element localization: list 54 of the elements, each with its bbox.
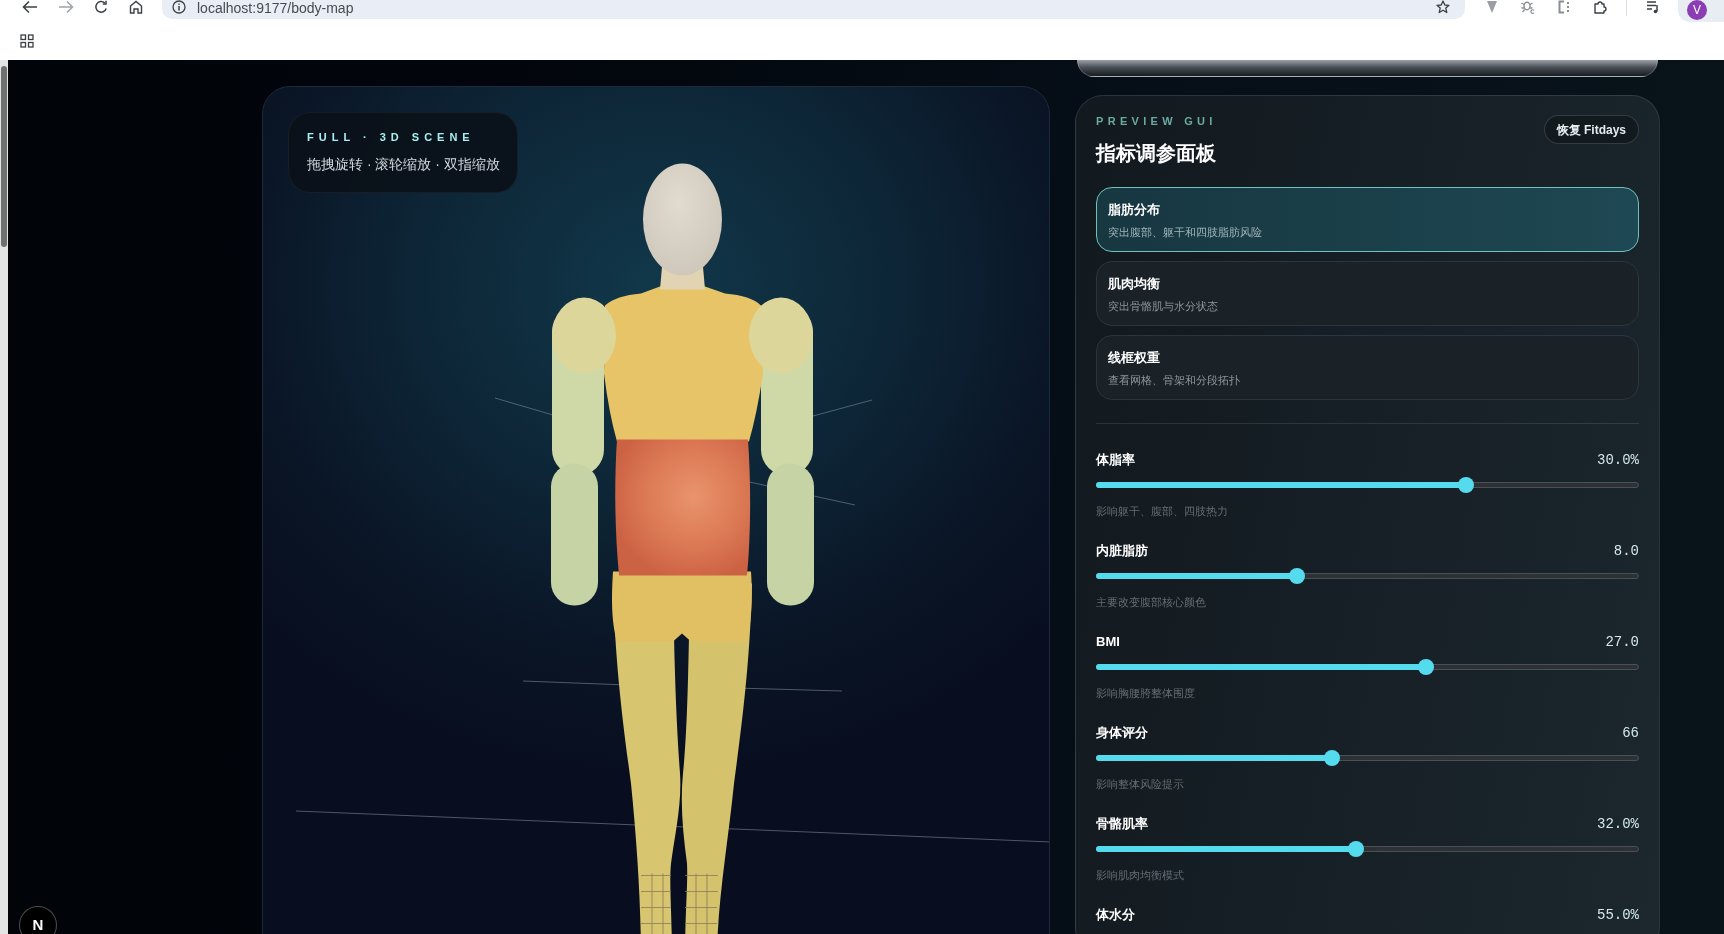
slider-value: 66 <box>1622 724 1639 742</box>
scrollbar-thumb[interactable] <box>1 66 7 247</box>
bracket-icon[interactable] <box>1557 0 1571 14</box>
reload-icon[interactable] <box>94 0 108 14</box>
slider-hint: 影响躯干、腹部、四肢热力 <box>1096 504 1229 519</box>
profile-avatar[interactable]: V <box>1687 0 1707 20</box>
slider-thumb[interactable] <box>1457 477 1474 493</box>
slider-hint: 影响整体风险提示 <box>1096 777 1185 792</box>
slider-value: 32.0% <box>1597 815 1639 833</box>
slider-value: 30.0% <box>1597 451 1639 469</box>
grid-line <box>494 397 554 416</box>
mode-option[interactable]: 肌肉均衡 突出骨骼肌与水分状态 <box>1096 261 1639 326</box>
slider-thumb[interactable] <box>1288 568 1305 584</box>
slider-track[interactable] <box>1096 841 1639 857</box>
scene-hint: 拖拽旋转 · 滚轮缩放 · 双指缩放 <box>307 155 500 174</box>
slider-track[interactable] <box>1096 750 1639 766</box>
panel-eyebrow: PREVIEW GUI <box>1096 114 1217 129</box>
mode-option[interactable]: 线框权重 查看网格、骨架和分段拓扑 <box>1096 335 1639 400</box>
address-bar[interactable]: localhost:9177/body-map <box>162 0 1465 19</box>
slider-label: 身体评分 <box>1096 724 1148 742</box>
slider-value: 8.0 <box>1613 542 1639 560</box>
slider-hint: 影响肌肉均衡模式 <box>1096 868 1185 883</box>
slider-track[interactable] <box>1096 477 1639 493</box>
slider-value: 55.0% <box>1597 906 1639 924</box>
puzzle-icon[interactable] <box>1593 0 1607 14</box>
scene-viewport[interactable]: FULL · 3D SCENE 拖拽旋转 · 滚轮缩放 · 双指缩放 <box>262 86 1050 934</box>
dev-tools-button[interactable]: N <box>19 906 57 934</box>
apps-grid-icon[interactable] <box>20 34 34 48</box>
slider-value: 27.0 <box>1605 633 1639 651</box>
slider-label: BMI <box>1096 633 1120 651</box>
slider-hint: 影响胸腰胯整体围度 <box>1096 686 1196 701</box>
mode-option[interactable]: 脂肪分布 突出腹部、躯干和四肢脂肪风险 <box>1096 187 1639 252</box>
slider-hint: 主要改变腹部核心颜色 <box>1096 595 1207 610</box>
slider-label: 体水分 <box>1096 906 1135 924</box>
slider-track[interactable] <box>1096 568 1639 584</box>
grid-line <box>812 399 873 417</box>
info-icon[interactable] <box>172 0 186 14</box>
slider-track[interactable] <box>1096 659 1639 675</box>
triangle-icon[interactable] <box>1485 0 1499 14</box>
reset-button[interactable]: 恢复 Fitdays <box>1543 115 1639 144</box>
scene-label: FULL · 3D SCENE <box>307 130 476 145</box>
slider-label: 体脂率 <box>1096 451 1135 469</box>
slider-label: 骨骼肌率 <box>1096 815 1148 833</box>
media-list-icon[interactable] <box>1646 0 1660 14</box>
home-icon[interactable] <box>129 0 143 14</box>
slider-thumb[interactable] <box>1417 659 1434 675</box>
panel-title: 指标调参面板 <box>1096 141 1217 166</box>
star-icon[interactable] <box>1436 0 1450 14</box>
profile-chip[interactable]: V <box>1678 0 1724 22</box>
back-icon[interactable] <box>22 0 38 14</box>
slider-thumb[interactable] <box>1324 750 1341 766</box>
bug-icon[interactable] <box>1521 0 1535 14</box>
slider-thumb[interactable] <box>1348 841 1365 857</box>
slider-label: 内脏脂肪 <box>1096 542 1148 560</box>
